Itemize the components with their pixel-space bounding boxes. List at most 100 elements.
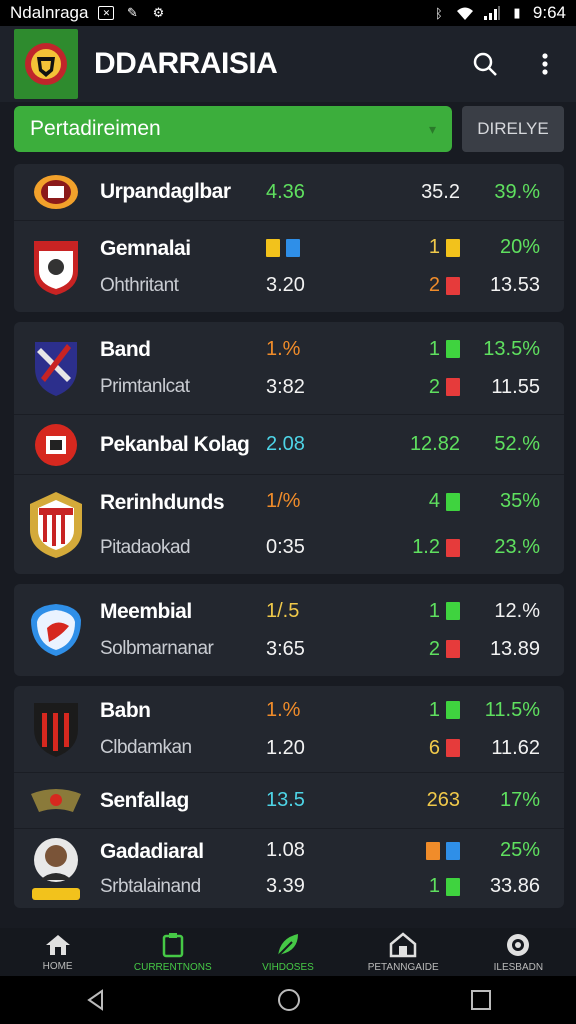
clock: 9:64	[532, 3, 566, 22]
score-value: 6	[428, 736, 440, 759]
nav-label: HOME	[42, 960, 73, 972]
filter-button[interactable]: DIRELYE	[462, 106, 564, 152]
house-icon	[389, 931, 417, 957]
percent-value: 25%	[499, 839, 540, 861]
time-value: 3.20	[266, 274, 305, 296]
stat-value: 11.62	[491, 736, 540, 759]
score-value: 1	[428, 875, 440, 897]
score-value: 2	[428, 274, 440, 296]
nav-profile[interactable]: ILESBADN	[463, 932, 573, 973]
team-crest-icon	[26, 491, 86, 558]
list-item[interactable]: Meembial Solbmarnanar 1/.5 3:65 1 2 12.%…	[14, 584, 564, 676]
competition-label: Pertadireimen	[30, 117, 161, 140]
nav-videos[interactable]: VIHDOSES	[233, 932, 343, 973]
stat-value: 13.89	[489, 637, 540, 660]
odds-value: 1.%	[266, 698, 301, 721]
app-logo[interactable]	[14, 29, 78, 99]
team-name: Meembial	[100, 600, 192, 623]
match-group: Urpandaglbar 4.36 35.2 39.% Gemnalai Oht…	[14, 164, 564, 312]
list-item[interactable]: Rerinhdunds Pitadaokad 1/% 0:35 4 1.2 35…	[14, 474, 564, 574]
nav-label: VIHDOSES	[262, 961, 314, 973]
home-circle-icon[interactable]	[276, 987, 302, 1013]
list-item[interactable]: Babn Clbdamkan 1.% 1.20 1 6 11.5% 11.62	[14, 686, 564, 772]
nav-label: ILESBADN	[493, 961, 544, 973]
team-crest-icon	[26, 237, 86, 297]
bottom-navigation: HOME CURRENTNONS VIHDOSES PETANNGAIDE IL…	[0, 928, 576, 976]
score-value: 1	[428, 337, 440, 360]
list-item[interactable]: Band Primtanlcat 1.% 3:82 1 2 13.5% 11.5…	[14, 322, 564, 414]
opponent-name: Srbtalainand	[100, 875, 201, 897]
team-crest-icon	[26, 771, 86, 831]
nav-home[interactable]: HOME	[3, 933, 113, 972]
carrier-label: Ndalnraga	[10, 3, 89, 22]
match-list: Urpandaglbar 4.36 35.2 39.% Gemnalai Oht…	[14, 164, 564, 918]
match-group: Meembial Solbmarnanar 1/.5 3:65 1 2 12.%…	[14, 584, 564, 676]
app-bar: DDARRAISIA	[0, 26, 576, 102]
opponent-name: Ohthritant	[100, 274, 179, 296]
team-name: Rerinhdunds	[100, 490, 225, 514]
opponent-name: Solbmarnanar	[100, 638, 214, 659]
bluetooth-icon: ᛒ	[435, 5, 443, 21]
team-name: Pekanbal Kolag	[100, 432, 250, 456]
odds-value: 1/%	[266, 490, 301, 512]
percent-value: 13.5%	[483, 337, 540, 360]
time-value: 1.20	[266, 736, 305, 759]
score-value: 2	[428, 375, 440, 398]
percent-value: 52.%	[494, 433, 540, 455]
team-name: Gemnalai	[100, 236, 191, 260]
opponent-name: Clbdamkan	[100, 737, 192, 758]
nav-guide[interactable]: PETANNGAIDE	[348, 931, 458, 973]
match-group: Band Primtanlcat 1.% 3:82 1 2 13.5% 11.5…	[14, 322, 564, 574]
filter-row: Pertadireimen ▾ DIRELYE	[14, 106, 564, 154]
team-crest-icon	[26, 699, 86, 759]
home-icon	[45, 934, 70, 955]
team-name: Senfallag	[100, 788, 189, 812]
score-value: 4	[428, 490, 440, 512]
nav-label: CURRENTNONS	[133, 961, 212, 973]
list-item[interactable]: Urpandaglbar 4.36 35.2 39.%	[14, 164, 564, 220]
team-name: Band	[100, 338, 151, 361]
more-options-button[interactable]	[528, 47, 562, 81]
percent-value: 17%	[499, 789, 540, 811]
time-value: 0:35	[266, 536, 305, 558]
score-value: 1	[428, 698, 440, 721]
system-navigation	[0, 976, 576, 1024]
list-item[interactable]: Pekanbal Kolag 2.08 12.82 52.%	[14, 414, 564, 474]
leaf-icon	[277, 933, 298, 957]
stat-value: 13.53	[489, 274, 540, 296]
percent-value: 20%	[499, 236, 540, 258]
team-crest-icon	[26, 415, 86, 475]
odds-value: 2.08	[266, 433, 305, 455]
opponent-name: Primtanlcat	[100, 376, 190, 397]
match-group: Babn Clbdamkan 1.% 1.20 1 6 11.5% 11.62	[14, 686, 564, 908]
competition-selector[interactable]: Pertadireimen ▾	[14, 106, 452, 152]
team-crest-icon	[26, 162, 86, 222]
odds-value: 1.08	[266, 839, 305, 861]
team-name: Babn	[100, 699, 151, 722]
search-button[interactable]	[468, 47, 502, 81]
opponent-name: Pitadaokad	[100, 536, 191, 558]
notification-icon: ✕	[98, 6, 115, 20]
nav-current[interactable]: CURRENTNONS	[118, 932, 228, 973]
score-value: 2	[428, 637, 440, 660]
target-icon	[507, 933, 530, 956]
percent-value: 23.%	[494, 536, 540, 558]
percent-value: 12.%	[494, 599, 540, 622]
recents-icon[interactable]	[470, 989, 492, 1011]
wifi-icon	[456, 7, 473, 20]
list-item[interactable]: Senfallag 13.5 263 17%	[14, 772, 564, 828]
app-title: DDARRAISIA	[94, 47, 278, 80]
percent-value: 11.5%	[484, 698, 540, 721]
time-value: 3:65	[266, 637, 305, 660]
score-value: 1	[428, 236, 440, 258]
crest-icon	[25, 43, 67, 85]
odds-value: 13.5	[266, 789, 305, 811]
back-icon[interactable]	[84, 988, 108, 1012]
time-value: 3.39	[266, 875, 305, 897]
pen-icon: ✎	[127, 5, 138, 20]
flag-icons	[266, 236, 356, 260]
nav-label: PETANNGAIDE	[367, 961, 439, 973]
list-item[interactable]: Gemnalai Ohthritant 3.20 1 2 20% 13.53	[14, 220, 564, 312]
more-vert-icon	[542, 53, 548, 75]
list-item[interactable]: Gadadiaral Srbtalainand 1.08 3.39 1 25% …	[14, 828, 564, 908]
